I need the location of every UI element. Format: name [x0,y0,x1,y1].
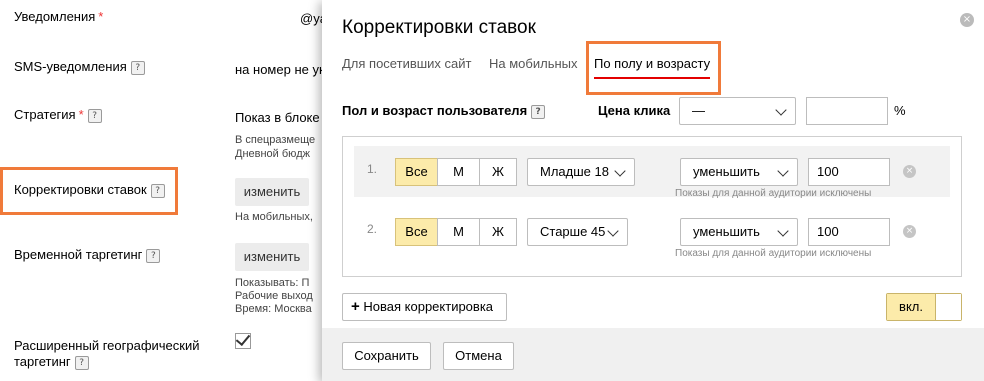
click-price-input[interactable] [806,97,888,125]
time-targeting-edit-button[interactable]: изменить [235,243,309,271]
click-price-label: Цена клика [598,103,671,118]
sms-label: SMS-уведомления? [14,59,145,75]
toggle-label: вкл. [887,294,935,320]
geo-targeting-checkbox[interactable] [235,330,251,349]
chevron-down-icon [614,165,626,177]
time-note-3: Время: Москва [235,303,312,315]
adjust-value-input[interactable]: 100 [808,158,890,186]
notifications-label: Уведомления * [14,9,104,24]
percent-sign: % [894,103,906,118]
help-icon[interactable]: ? [74,355,89,370]
modal-footer: Сохранить Отмена [322,328,984,381]
plus-icon: + [351,298,360,315]
help-icon[interactable]: ? [87,108,102,123]
gender-age-header: Пол и возраст пользователя? [342,103,546,119]
adjustments-list: 1. Все М Ж Младше 18 уменьшить 100 Показ… [342,136,962,277]
time-note-1: Показывать: П [235,277,310,289]
remove-row-icon[interactable]: × [903,165,916,178]
adjust-value-input[interactable]: 100 [808,218,890,246]
help-icon[interactable]: ? [531,104,546,119]
checkmark-icon [235,330,251,347]
bid-adjustments-modal: Корректировки ставок × Для посетивших са… [322,0,984,381]
row-number: 2. [367,222,378,236]
age-select[interactable]: Младше 18 [527,158,635,186]
bid-adjust-note: На мобильных, [235,211,313,223]
cancel-button[interactable]: Отмена [443,342,514,370]
gender-male-button[interactable]: М [437,218,480,246]
strategy-value: Показ в блоке [235,110,320,125]
save-button[interactable]: Сохранить [342,342,431,370]
modal-title: Корректировки ставок [342,17,536,38]
strategy-note-1: В спецразмеще [235,134,316,146]
tab-mobile[interactable]: На мобильных [489,56,578,71]
action-select[interactable]: уменьшить [680,158,798,186]
chevron-down-icon [777,165,789,177]
gender-male-button[interactable]: М [437,158,480,186]
chevron-down-icon [607,225,619,237]
bid-adjust-edit-button[interactable]: изменить [235,178,309,206]
new-adjustment-button[interactable]: + Новая корректировка [342,293,507,321]
geo-targeting-label: Расширенный географический таргетинг? [14,338,200,370]
strategy-note-2: Дневной бюдж [235,148,310,160]
row-number: 1. [367,162,378,176]
row-hint: Показы для данной аудитории исключены [675,248,872,259]
age-select[interactable]: Старше 45 [527,218,628,246]
help-icon[interactable]: ? [150,183,165,198]
tab-highlight [586,41,721,95]
chevron-down-icon [777,225,789,237]
enable-toggle[interactable]: вкл. [886,293,962,321]
action-select[interactable]: уменьшить [680,218,798,246]
row-hint: Показы для данной аудитории исключены [675,188,872,199]
gender-all-button[interactable]: Все [395,158,438,186]
click-price-select[interactable]: — [679,97,796,125]
gender-all-button[interactable]: Все [395,218,438,246]
strategy-label: Стратегия *? [14,107,102,123]
gender-female-button[interactable]: Ж [479,218,517,246]
required-mark: * [98,9,104,24]
tab-site-visitors[interactable]: Для посетивших сайт [342,56,471,71]
bid-adjust-label: Корректировки ставок? [14,182,165,198]
required-mark: * [78,107,84,122]
sms-value: на номер не ук [235,62,325,77]
close-icon[interactable]: × [960,13,974,27]
toggle-knob [935,294,961,320]
help-icon[interactable]: ? [146,248,161,263]
help-icon[interactable]: ? [130,60,145,75]
gender-female-button[interactable]: Ж [479,158,517,186]
time-targeting-label: Временной таргетинг? [14,247,161,263]
remove-row-icon[interactable]: × [903,225,916,238]
time-note-2: Рабочие выход [235,290,313,302]
chevron-down-icon [775,104,787,116]
